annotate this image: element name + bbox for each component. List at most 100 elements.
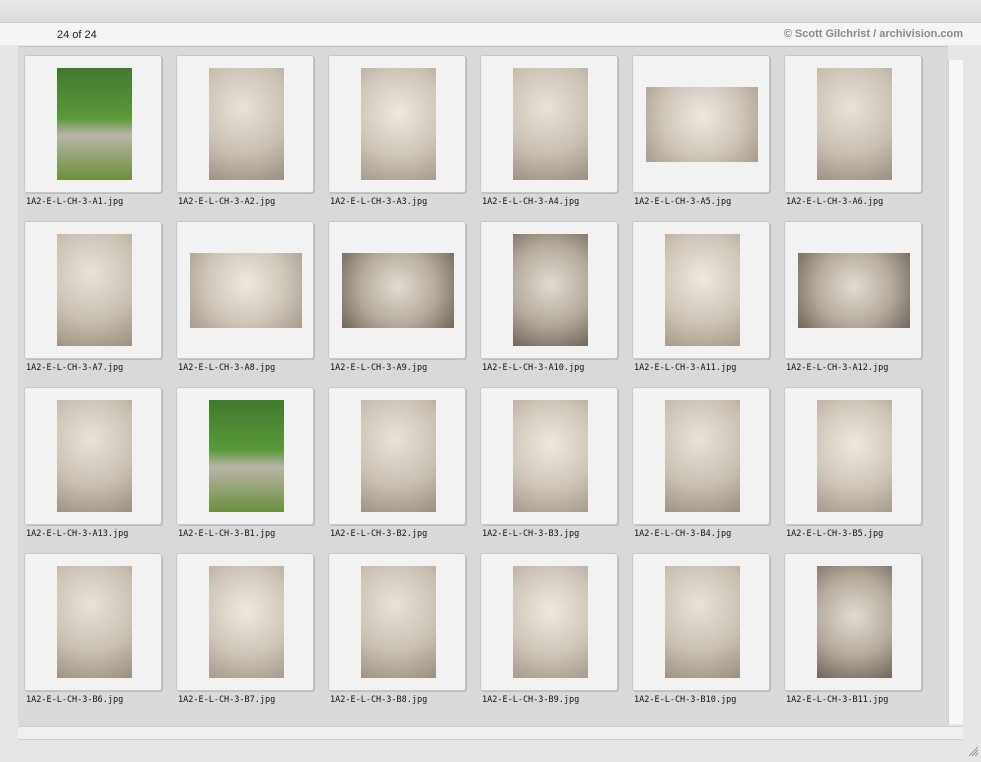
thumbnail-item[interactable]: 1A2-E-L-CH-3-A6.jpg bbox=[778, 47, 922, 207]
thumbnail-item[interactable]: 1A2-E-L-CH-3-B11.jpg bbox=[778, 545, 922, 705]
thumbnail-image[interactable] bbox=[361, 400, 436, 512]
thumbnail-frame[interactable] bbox=[480, 221, 618, 359]
thumbnail-item[interactable]: 1A2-E-L-CH-3-B9.jpg bbox=[474, 545, 618, 705]
thumbnail-filename: 1A2-E-L-CH-3-B2.jpg bbox=[330, 529, 428, 539]
thumbnail-frame[interactable] bbox=[784, 55, 922, 193]
thumbnail-item[interactable]: 1A2-E-L-CH-3-B4.jpg bbox=[626, 379, 770, 539]
thumbnail-filename: 1A2-E-L-CH-3-B3.jpg bbox=[482, 529, 580, 539]
thumbnail-filename: 1A2-E-L-CH-3-B9.jpg bbox=[482, 695, 580, 705]
thumbnail-item[interactable]: 1A2-E-L-CH-3-A9.jpg bbox=[322, 213, 466, 373]
thumbnail-image[interactable] bbox=[513, 400, 588, 512]
thumbnail-grid: 1A2-E-L-CH-3-A1.jpg 1A2-E-L-CH-3-A2.jpg … bbox=[18, 46, 948, 727]
thumbnail-image[interactable] bbox=[57, 234, 132, 346]
thumbnail-frame[interactable] bbox=[480, 387, 618, 525]
thumbnail-filename: 1A2-E-L-CH-3-B4.jpg bbox=[634, 529, 732, 539]
thumbnail-filename: 1A2-E-L-CH-3-A9.jpg bbox=[330, 363, 428, 373]
thumbnail-filename: 1A2-E-L-CH-3-A13.jpg bbox=[26, 529, 129, 539]
thumbnail-frame[interactable] bbox=[24, 221, 162, 359]
thumbnail-frame[interactable] bbox=[632, 387, 770, 525]
thumbnail-image[interactable] bbox=[665, 566, 740, 678]
thumbnail-image[interactable] bbox=[665, 234, 740, 346]
thumbnail-item[interactable]: 1A2-E-L-CH-3-B2.jpg bbox=[322, 379, 466, 539]
thumbnail-item[interactable]: 1A2-E-L-CH-3-B10.jpg bbox=[626, 545, 770, 705]
thumbnail-item[interactable]: 1A2-E-L-CH-3-A3.jpg bbox=[322, 47, 466, 207]
thumbnail-filename: 1A2-E-L-CH-3-A2.jpg bbox=[178, 197, 276, 207]
thumbnail-frame[interactable] bbox=[176, 387, 314, 525]
thumbnail-item[interactable]: 1A2-E-L-CH-3-A12.jpg bbox=[778, 213, 922, 373]
thumbnail-image[interactable] bbox=[817, 400, 892, 512]
thumbnail-frame[interactable] bbox=[24, 387, 162, 525]
thumbnail-item[interactable]: 1A2-E-L-CH-3-B3.jpg bbox=[474, 379, 618, 539]
thumbnail-item[interactable]: 1A2-E-L-CH-3-A4.jpg bbox=[474, 47, 618, 207]
thumbnail-filename: 1A2-E-L-CH-3-A6.jpg bbox=[786, 197, 884, 207]
image-count: 24 of 24 bbox=[57, 29, 97, 41]
thumbnail-item[interactable]: 1A2-E-L-CH-3-A10.jpg bbox=[474, 213, 618, 373]
thumbnail-image[interactable] bbox=[209, 400, 284, 512]
thumbnail-filename: 1A2-E-L-CH-3-A10.jpg bbox=[482, 363, 585, 373]
thumbnail-item[interactable]: 1A2-E-L-CH-3-A5.jpg bbox=[626, 47, 770, 207]
thumbnail-image[interactable] bbox=[646, 87, 758, 162]
thumbnail-item[interactable]: 1A2-E-L-CH-3-B7.jpg bbox=[170, 545, 314, 705]
thumbnail-frame[interactable] bbox=[632, 221, 770, 359]
thumbnail-frame[interactable] bbox=[24, 553, 162, 691]
thumbnail-image[interactable] bbox=[57, 566, 132, 678]
thumbnail-filename: 1A2-E-L-CH-3-A3.jpg bbox=[330, 197, 428, 207]
thumbnail-frame[interactable] bbox=[328, 387, 466, 525]
thumbnail-item[interactable]: 1A2-E-L-CH-3-A2.jpg bbox=[170, 47, 314, 207]
thumbnail-frame[interactable] bbox=[632, 553, 770, 691]
thumbnail-frame[interactable] bbox=[176, 553, 314, 691]
thumbnail-filename: 1A2-E-L-CH-3-A12.jpg bbox=[786, 363, 889, 373]
thumbnail-frame[interactable] bbox=[784, 387, 922, 525]
thumbnail-filename: 1A2-E-L-CH-3-B8.jpg bbox=[330, 695, 428, 705]
thumbnail-image[interactable] bbox=[513, 566, 588, 678]
thumbnail-item[interactable]: 1A2-E-L-CH-3-B5.jpg bbox=[778, 379, 922, 539]
thumbnail-filename: 1A2-E-L-CH-3-A4.jpg bbox=[482, 197, 580, 207]
thumbnail-frame[interactable] bbox=[328, 553, 466, 691]
thumbnail-image[interactable] bbox=[57, 400, 132, 512]
thumbnail-item[interactable]: 1A2-E-L-CH-3-A13.jpg bbox=[18, 379, 162, 539]
thumbnail-frame[interactable] bbox=[24, 55, 162, 193]
thumbnail-filename: 1A2-E-L-CH-3-A5.jpg bbox=[634, 197, 732, 207]
window-top-bar bbox=[0, 0, 981, 23]
thumbnail-item[interactable]: 1A2-E-L-CH-3-B8.jpg bbox=[322, 545, 466, 705]
thumbnail-item[interactable]: 1A2-E-L-CH-3-A7.jpg bbox=[18, 213, 162, 373]
thumbnail-image[interactable] bbox=[665, 400, 740, 512]
thumbnail-item[interactable]: 1A2-E-L-CH-3-A11.jpg bbox=[626, 213, 770, 373]
thumbnail-filename: 1A2-E-L-CH-3-A11.jpg bbox=[634, 363, 737, 373]
vertical-scrollbar[interactable] bbox=[948, 60, 963, 724]
thumbnail-image[interactable] bbox=[209, 566, 284, 678]
thumbnail-frame[interactable] bbox=[784, 221, 922, 359]
thumbnail-image[interactable] bbox=[361, 566, 436, 678]
thumbnail-filename: 1A2-E-L-CH-3-A8.jpg bbox=[178, 363, 276, 373]
thumbnail-image[interactable] bbox=[190, 253, 302, 328]
thumbnail-frame[interactable] bbox=[176, 55, 314, 193]
thumbnail-filename: 1A2-E-L-CH-3-B11.jpg bbox=[786, 695, 889, 705]
thumbnail-filename: 1A2-E-L-CH-3-B10.jpg bbox=[634, 695, 737, 705]
thumbnail-frame[interactable] bbox=[480, 553, 618, 691]
thumbnail-image[interactable] bbox=[513, 234, 588, 346]
thumbnail-item[interactable]: 1A2-E-L-CH-3-A1.jpg bbox=[18, 47, 162, 207]
thumbnail-image[interactable] bbox=[209, 68, 284, 180]
thumbnail-image[interactable] bbox=[798, 253, 910, 328]
thumbnail-frame[interactable] bbox=[632, 55, 770, 193]
thumbnail-filename: 1A2-E-L-CH-3-A7.jpg bbox=[26, 363, 124, 373]
thumbnail-image[interactable] bbox=[361, 68, 436, 180]
thumbnail-frame[interactable] bbox=[176, 221, 314, 359]
thumbnail-image[interactable] bbox=[342, 253, 454, 328]
thumbnail-frame[interactable] bbox=[328, 221, 466, 359]
thumbnail-filename: 1A2-E-L-CH-3-B7.jpg bbox=[178, 695, 276, 705]
thumbnail-item[interactable]: 1A2-E-L-CH-3-B1.jpg bbox=[170, 379, 314, 539]
thumbnail-image[interactable] bbox=[513, 68, 588, 180]
thumbnail-frame[interactable] bbox=[784, 553, 922, 691]
thumbnail-image[interactable] bbox=[817, 68, 892, 180]
thumbnail-item[interactable]: 1A2-E-L-CH-3-A8.jpg bbox=[170, 213, 314, 373]
thumbnail-frame[interactable] bbox=[480, 55, 618, 193]
thumbnail-frame[interactable] bbox=[328, 55, 466, 193]
copyright-credit: © Scott Gilchrist / archivision.com bbox=[783, 28, 963, 40]
thumbnail-item[interactable]: 1A2-E-L-CH-3-B6.jpg bbox=[18, 545, 162, 705]
thumbnail-image[interactable] bbox=[57, 68, 132, 180]
resize-grip-icon[interactable] bbox=[967, 744, 979, 757]
thumbnail-image[interactable] bbox=[817, 566, 892, 678]
thumbnail-filename: 1A2-E-L-CH-3-B5.jpg bbox=[786, 529, 884, 539]
horizontal-scrollbar[interactable] bbox=[18, 726, 963, 740]
